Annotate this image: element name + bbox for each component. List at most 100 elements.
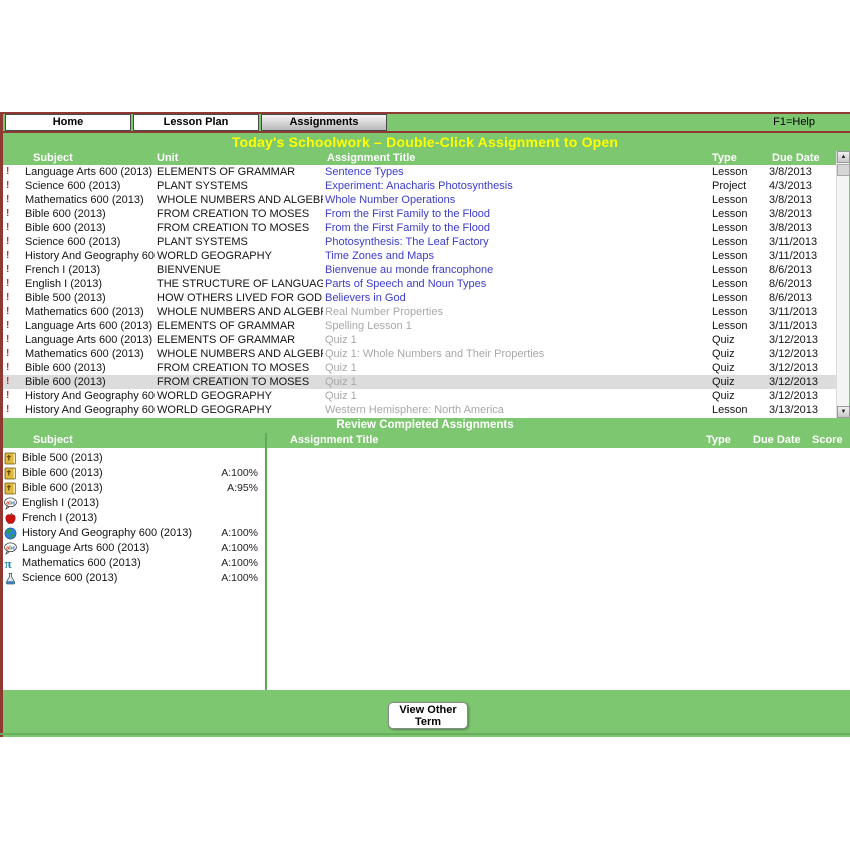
- panel-column-divider: [265, 433, 267, 690]
- globe-icon: [4, 527, 17, 540]
- subject-list-item[interactable]: abcEnglish I (2013): [3, 496, 850, 511]
- due-alert-icon: !: [6, 347, 16, 361]
- due-alert-icon: !: [6, 403, 16, 417]
- subject-name: Science 600 (2013): [22, 571, 117, 586]
- cell-assignment-title: From the First Family to the Flood: [325, 221, 708, 235]
- subject-list-item[interactable]: French I (2013): [3, 511, 850, 526]
- scroll-up-icon[interactable]: ▲: [837, 151, 850, 163]
- subject-name: Mathematics 600 (2013): [22, 556, 141, 571]
- assignment-row[interactable]: !Science 600 (2013)PLANT SYSTEMSPhotosyn…: [3, 235, 836, 249]
- completed-subjects-panel: Bible 500 (2013)Bible 600 (2013)A:100%Bi…: [3, 448, 850, 690]
- due-alert-icon: !: [6, 193, 16, 207]
- cell-due-date: 3/13/2013: [769, 403, 833, 417]
- subject-list-item[interactable]: abcLanguage Arts 600 (2013)A:100%: [3, 541, 850, 556]
- subject-list-item[interactable]: πMathematics 600 (2013)A:100%: [3, 556, 850, 571]
- cell-subject: English I (2013): [25, 277, 155, 291]
- tab-lesson-plan[interactable]: Lesson Plan: [133, 114, 259, 131]
- assignment-row[interactable]: !Language Arts 600 (2013)ELEMENTS OF GRA…: [3, 165, 836, 179]
- cell-due-date: 3/12/2013: [769, 347, 833, 361]
- subject-list-item[interactable]: Bible 600 (2013)A:100%: [3, 466, 850, 481]
- assignment-row[interactable]: !History And Geography 600WORLD GEOGRAPH…: [3, 403, 836, 417]
- view-other-term-button[interactable]: View Other Term: [388, 702, 468, 729]
- due-alert-icon: !: [6, 207, 16, 221]
- assignment-row[interactable]: !English I (2013)THE STRUCTURE OF LANGUA…: [3, 277, 836, 291]
- cell-due-date: 8/6/2013: [769, 277, 833, 291]
- subject-name: Bible 600 (2013): [22, 466, 103, 481]
- cell-type: Quiz: [712, 375, 767, 389]
- assignment-row[interactable]: !Science 600 (2013)PLANT SYSTEMSExperime…: [3, 179, 836, 193]
- scrollbar-thumb[interactable]: [837, 164, 850, 176]
- bible-book-icon: [4, 482, 17, 495]
- assignment-row[interactable]: !Bible 500 (2013)HOW OTHERS LIVED FOR GO…: [3, 291, 836, 305]
- assignment-row[interactable]: !Mathematics 600 (2013)WHOLE NUMBERS AND…: [3, 305, 836, 319]
- scroll-down-icon[interactable]: ▼: [837, 406, 850, 418]
- cell-subject: Bible 600 (2013): [25, 207, 155, 221]
- assignment-row[interactable]: !Bible 600 (2013)FROM CREATION TO MOSESQ…: [3, 375, 836, 389]
- assignment-row[interactable]: !History And Geography 600WORLD GEOGRAPH…: [3, 249, 836, 263]
- assignment-row[interactable]: ! Mathematics 600 (2013)WHOLE NUMBERS AND…: [3, 347, 836, 361]
- subject-score: A:100%: [221, 541, 258, 556]
- cell-assignment-title: Quiz 1: Whole Numbers and Their Properti…: [325, 347, 708, 361]
- cell-unit: FROM CREATION TO MOSES: [157, 375, 323, 389]
- tab-home[interactable]: Home: [5, 114, 131, 131]
- subject-name: History And Geography 600 (2013): [22, 526, 192, 541]
- cell-unit: ELEMENTS OF GRAMMAR: [157, 165, 323, 179]
- col-header-due-date: Due Date: [772, 151, 820, 165]
- vertical-scrollbar[interactable]: ▲ ▼: [836, 151, 849, 418]
- assignment-row[interactable]: !Language Arts 600 (2013)ELEMENTS OF GRA…: [3, 319, 836, 333]
- assignment-row[interactable]: !Mathematics 600 (2013)WHOLE NUMBERS AND…: [3, 193, 836, 207]
- subject-list-item[interactable]: Bible 600 (2013)A:95%: [3, 481, 850, 496]
- window-bottom-edge: [0, 733, 850, 735]
- due-alert-icon: !: [6, 291, 16, 305]
- today-table-header: Subject Unit Assignment Title Type Due D…: [0, 151, 850, 165]
- cell-assignment-title: Spelling Lesson 1: [325, 319, 708, 333]
- assignment-row[interactable]: !Language Arts 600 (2013)ELEMENTS OF GRA…: [3, 333, 836, 347]
- assignment-row[interactable]: !History And Geography 600WORLD GEOGRAPH…: [3, 389, 836, 403]
- due-alert-icon: !: [6, 165, 16, 179]
- col-header-assignment-title: Assignment Title: [327, 151, 415, 165]
- due-alert-icon: !: [6, 375, 16, 389]
- cell-unit: WHOLE NUMBERS AND ALGEBR: [157, 305, 323, 319]
- due-alert-icon: !: [6, 361, 16, 375]
- pi-icon: π: [4, 557, 17, 570]
- cell-unit: WORLD GEOGRAPHY: [157, 249, 323, 263]
- assignment-row[interactable]: !Bible 600 (2013)FROM CREATION TO MOSESF…: [3, 207, 836, 221]
- subject-score: A:100%: [221, 571, 258, 586]
- assignment-row[interactable]: !French I (2013)BIENVENUEBienvenue au mo…: [3, 263, 836, 277]
- col-header-unit: Unit: [157, 151, 178, 165]
- cell-subject: Language Arts 600 (2013): [25, 319, 155, 333]
- review-section-title: Review Completed Assignments: [0, 418, 850, 433]
- cell-assignment-title: Quiz 1: [325, 375, 708, 389]
- subject-list-item[interactable]: Science 600 (2013) A:100%: [3, 571, 850, 586]
- cell-subject: Mathematics 600 (2013): [25, 347, 155, 361]
- cell-type: Lesson: [712, 193, 767, 207]
- col-header-type: Type: [706, 433, 731, 448]
- cell-assignment-title: From the First Family to the Flood: [325, 207, 708, 221]
- cell-subject: Bible 600 (2013): [25, 221, 155, 235]
- abc-bubble-icon: abc: [4, 542, 17, 555]
- due-alert-icon: !: [6, 333, 16, 347]
- cell-subject: History And Geography 600: [25, 403, 155, 417]
- cell-subject: History And Geography 600: [25, 249, 155, 263]
- cell-unit: BIENVENUE: [157, 263, 323, 277]
- cell-subject: Bible 500 (2013): [25, 291, 155, 305]
- help-key-hint: F1=Help: [773, 114, 815, 131]
- cell-type: Lesson: [712, 291, 767, 305]
- cell-unit: WHOLE NUMBERS AND ALGEBR: [157, 347, 323, 361]
- cell-subject: Science 600 (2013): [25, 179, 155, 193]
- svg-text:abc: abc: [6, 545, 15, 551]
- abc-bubble-icon: abc: [4, 497, 17, 510]
- cell-type: Lesson: [712, 165, 767, 179]
- subject-list-item[interactable]: History And Geography 600 (2013)A:100%: [3, 526, 850, 541]
- cell-due-date: 3/11/2013: [769, 305, 833, 319]
- cell-unit: THE STRUCTURE OF LANGUAG: [157, 277, 323, 291]
- subject-list-item[interactable]: Bible 500 (2013): [3, 451, 850, 466]
- cell-type: Lesson: [712, 249, 767, 263]
- cell-subject: Bible 600 (2013): [25, 361, 155, 375]
- cell-type: Quiz: [712, 361, 767, 375]
- assignment-row[interactable]: !Bible 600 (2013)FROM CREATION TO MOSESQ…: [3, 361, 836, 375]
- assignment-row[interactable]: !Bible 600 (2013)FROM CREATION TO MOSESF…: [3, 221, 836, 235]
- cell-subject: Science 600 (2013): [25, 235, 155, 249]
- due-alert-icon: !: [6, 235, 16, 249]
- tab-assignments[interactable]: Assignments: [261, 114, 387, 131]
